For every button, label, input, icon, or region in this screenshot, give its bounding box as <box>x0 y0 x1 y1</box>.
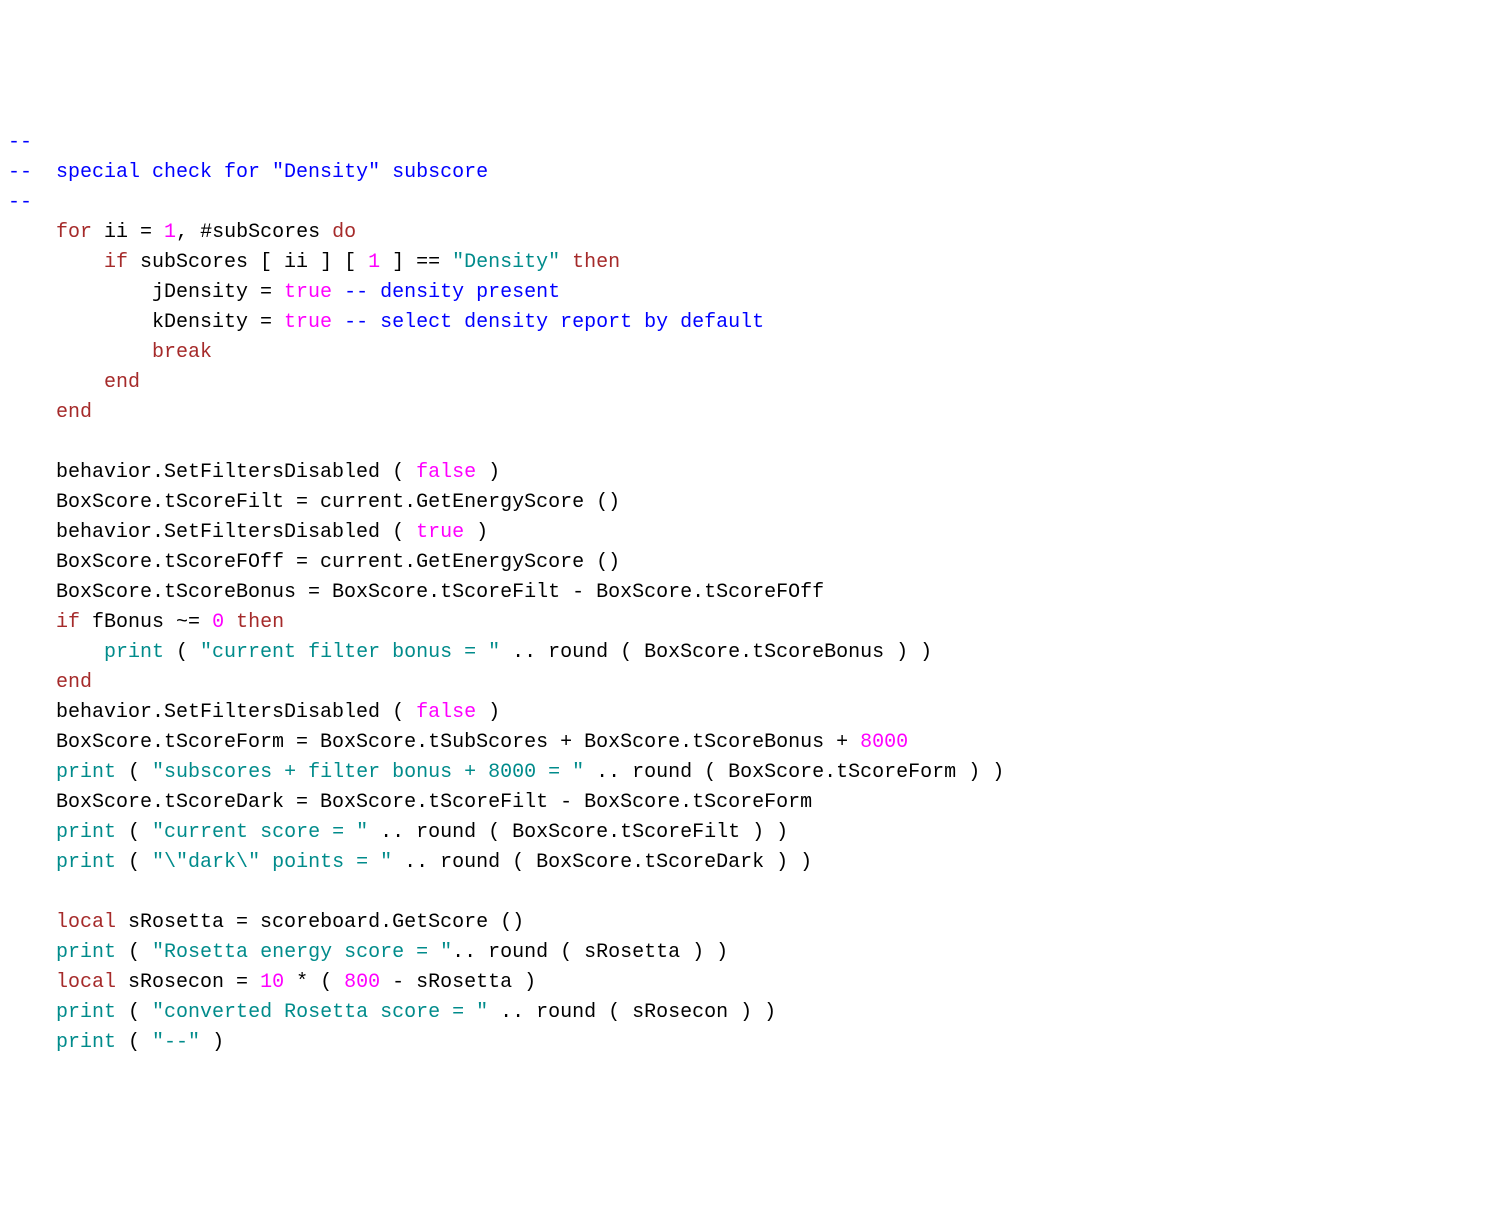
func-print: print <box>56 851 116 874</box>
code-text: kDensity = <box>8 311 284 334</box>
string-literal: "Rosetta energy score = " <box>152 941 452 964</box>
bool-literal: true <box>416 521 464 544</box>
comment-inline: -- select density report by default <box>332 311 764 334</box>
keyword-then: then <box>560 251 620 274</box>
keyword-end: end <box>104 371 140 394</box>
code-text: ) <box>476 701 500 724</box>
func-print: print <box>56 1031 116 1054</box>
code-text: BoxScore.tScoreFilt = current.GetEnergyS… <box>8 491 620 514</box>
code-text: ( <box>116 821 152 844</box>
code-text: ) <box>200 1031 224 1054</box>
code-text: .. round ( sRosetta ) ) <box>452 941 728 964</box>
code-text: behavior.SetFiltersDisabled ( <box>8 521 416 544</box>
number-literal: 10 <box>260 971 284 994</box>
comment-inline: -- density present <box>332 281 560 304</box>
code-text: sRosecon = <box>116 971 260 994</box>
string-literal: "current filter bonus = " <box>200 641 500 664</box>
code-text: ( <box>116 1001 152 1024</box>
comment-line: -- <box>8 191 32 214</box>
code-text: BoxScore.tScoreBonus = BoxScore.tScoreFi… <box>8 581 824 604</box>
code-text: ) <box>476 461 500 484</box>
code-block: -- -- special check for "Density" subsco… <box>8 128 1504 1058</box>
code-text: .. round ( BoxScore.tScoreForm ) ) <box>584 761 1004 784</box>
bool-literal: false <box>416 701 476 724</box>
code-text: ii = <box>92 221 164 244</box>
code-text: BoxScore.tScoreDark = BoxScore.tScoreFil… <box>8 791 812 814</box>
code-text: sRosetta = scoreboard.GetScore () <box>116 911 524 934</box>
number-literal: 1 <box>164 221 176 244</box>
bool-literal: true <box>284 281 332 304</box>
number-literal: 8000 <box>860 731 908 754</box>
string-literal: "\"dark\" points = " <box>152 851 392 874</box>
func-print: print <box>104 641 164 664</box>
comment-line: -- <box>8 131 32 154</box>
keyword-end: end <box>56 671 92 694</box>
string-literal: "converted Rosetta score = " <box>152 1001 488 1024</box>
code-text: ( <box>164 641 200 664</box>
code-text: .. round ( BoxScore.tScoreDark ) ) <box>392 851 812 874</box>
string-literal: "subscores + filter bonus + 8000 = " <box>152 761 584 784</box>
keyword-local: local <box>56 911 116 934</box>
code-text: behavior.SetFiltersDisabled ( <box>8 461 416 484</box>
code-text: ( <box>116 941 152 964</box>
code-text: ( <box>116 1031 152 1054</box>
func-print: print <box>56 1001 116 1024</box>
keyword-local: local <box>56 971 116 994</box>
code-text: behavior.SetFiltersDisabled ( <box>8 701 416 724</box>
number-literal: 800 <box>344 971 380 994</box>
keyword-do: do <box>332 221 356 244</box>
func-print: print <box>56 941 116 964</box>
number-literal: 1 <box>368 251 380 274</box>
keyword-for: for <box>56 221 92 244</box>
code-text: .. round ( BoxScore.tScoreFilt ) ) <box>368 821 788 844</box>
code-text: ] == <box>380 251 452 274</box>
code-text: , #subScores <box>176 221 332 244</box>
code-text: - sRosetta ) <box>380 971 536 994</box>
code-text: ( <box>116 761 152 784</box>
keyword-then: then <box>224 611 284 634</box>
code-text: * ( <box>284 971 344 994</box>
keyword-if: if <box>56 611 80 634</box>
func-print: print <box>56 821 116 844</box>
comment-line: -- special check for "Density" subscore <box>8 161 488 184</box>
bool-literal: true <box>284 311 332 334</box>
func-print: print <box>56 761 116 784</box>
string-literal: "Density" <box>452 251 560 274</box>
code-text: BoxScore.tScoreForm = BoxScore.tSubScore… <box>8 731 860 754</box>
code-text: ( <box>116 851 152 874</box>
number-literal: 0 <box>212 611 224 634</box>
code-text: ) <box>464 521 488 544</box>
keyword-break: break <box>152 341 212 364</box>
code-text: .. round ( BoxScore.tScoreBonus ) ) <box>500 641 932 664</box>
code-text: fBonus ~= <box>80 611 212 634</box>
code-text: jDensity = <box>8 281 284 304</box>
string-literal: "--" <box>152 1031 200 1054</box>
keyword-if: if <box>104 251 128 274</box>
bool-literal: false <box>416 461 476 484</box>
string-literal: "current score = " <box>152 821 368 844</box>
code-text: BoxScore.tScoreFOff = current.GetEnergyS… <box>8 551 620 574</box>
code-text: subScores [ ii ] [ <box>128 251 368 274</box>
code-text: .. round ( sRosecon ) ) <box>488 1001 776 1024</box>
keyword-end: end <box>56 401 92 424</box>
